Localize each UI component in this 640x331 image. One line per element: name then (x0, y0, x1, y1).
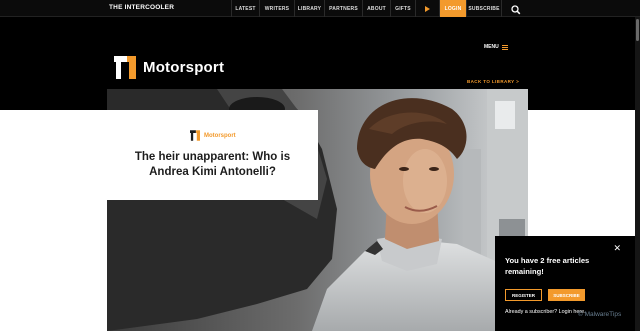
article-title[interactable]: The heir unapparent: Who is Andrea Kimi … (115, 150, 310, 179)
login-button[interactable]: LOGIN (439, 0, 466, 17)
nav-item-library[interactable]: LIBRARY (294, 0, 324, 17)
subscribe-button[interactable]: SUBSCRIBE (548, 289, 585, 301)
page-scrollbar[interactable] (635, 17, 640, 331)
search-button[interactable] (510, 3, 522, 15)
menu-button[interactable]: MENU (484, 44, 508, 50)
register-button[interactable]: REGISTER (505, 289, 542, 301)
motorsport-logo-icon (114, 56, 136, 79)
free-articles-message: You have 2 free articles remaining! (505, 256, 590, 276)
login-prompt-text: Already a subscriber? (505, 309, 558, 315)
page: THE INTERCOOLER LATEST WRITERS LIBRARY P… (0, 0, 640, 331)
watermark: © MalwareTips (578, 311, 622, 318)
nav-items: LATEST WRITERS LIBRARY PARTNERS ABOUT GI… (231, 0, 502, 17)
category-label: Motorsport (204, 132, 236, 139)
nav-item-about[interactable]: ABOUT (362, 0, 390, 17)
play-icon (425, 5, 430, 12)
close-icon[interactable]: ✕ (613, 244, 621, 253)
back-to-library-link[interactable]: BACK TO LIBRARY > (467, 79, 519, 84)
menu-label: MENU (484, 44, 499, 50)
nav-item-gifts[interactable]: GIFTS (390, 0, 415, 17)
article-headline-card[interactable]: Motorsport The heir unapparent: Who is A… (107, 110, 318, 200)
login-prompt: Already a subscriber? Login here. (505, 309, 586, 315)
nav-item-latest[interactable]: LATEST (231, 0, 259, 17)
section-title: Motorsport (143, 59, 225, 76)
hamburger-icon (501, 44, 508, 50)
article-category[interactable]: Motorsport (190, 130, 236, 141)
nav-item-partners[interactable]: PARTNERS (324, 0, 362, 17)
section-logo[interactable]: Motorsport (114, 56, 224, 79)
search-icon (511, 5, 521, 15)
play-button[interactable] (415, 0, 439, 17)
top-navigation: THE INTERCOOLER LATEST WRITERS LIBRARY P… (0, 0, 640, 17)
site-brand[interactable]: THE INTERCOOLER (109, 4, 174, 11)
nav-item-writers[interactable]: WRITERS (259, 0, 294, 17)
motorsport-logo-icon (190, 130, 200, 141)
subscribe-nav-button[interactable]: SUBSCRIBE (466, 0, 502, 17)
scrollbar-thumb[interactable] (636, 19, 639, 41)
